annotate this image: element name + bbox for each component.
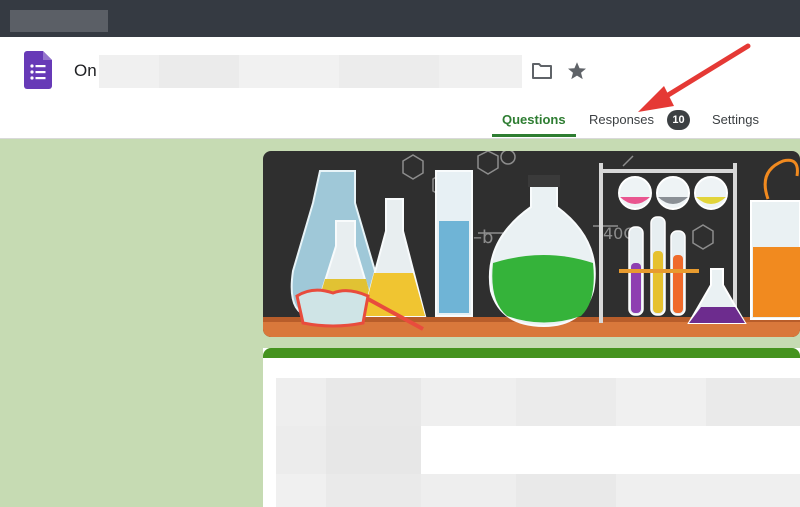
- red-arrow-annotation: [638, 43, 751, 112]
- svg-text:–b: –b: [473, 227, 493, 248]
- active-tab-indicator: [492, 134, 576, 137]
- form-title[interactable]: On: [74, 60, 97, 82]
- lab-banner-image: –b 40C: [263, 151, 800, 337]
- redacted-form-text: [276, 426, 421, 474]
- redacted-form-description: [276, 474, 800, 507]
- google-forms-icon[interactable]: [24, 51, 52, 89]
- folder-icon[interactable]: [531, 61, 553, 81]
- browser-top-bar: [0, 0, 800, 37]
- redacted-form-title: [276, 378, 800, 426]
- blurred-browser-tab: [10, 10, 108, 32]
- redacted-title: [99, 55, 522, 88]
- star-icon[interactable]: [566, 60, 588, 82]
- tab-questions[interactable]: Questions: [502, 112, 566, 128]
- form-card-accent-bar: [263, 348, 800, 358]
